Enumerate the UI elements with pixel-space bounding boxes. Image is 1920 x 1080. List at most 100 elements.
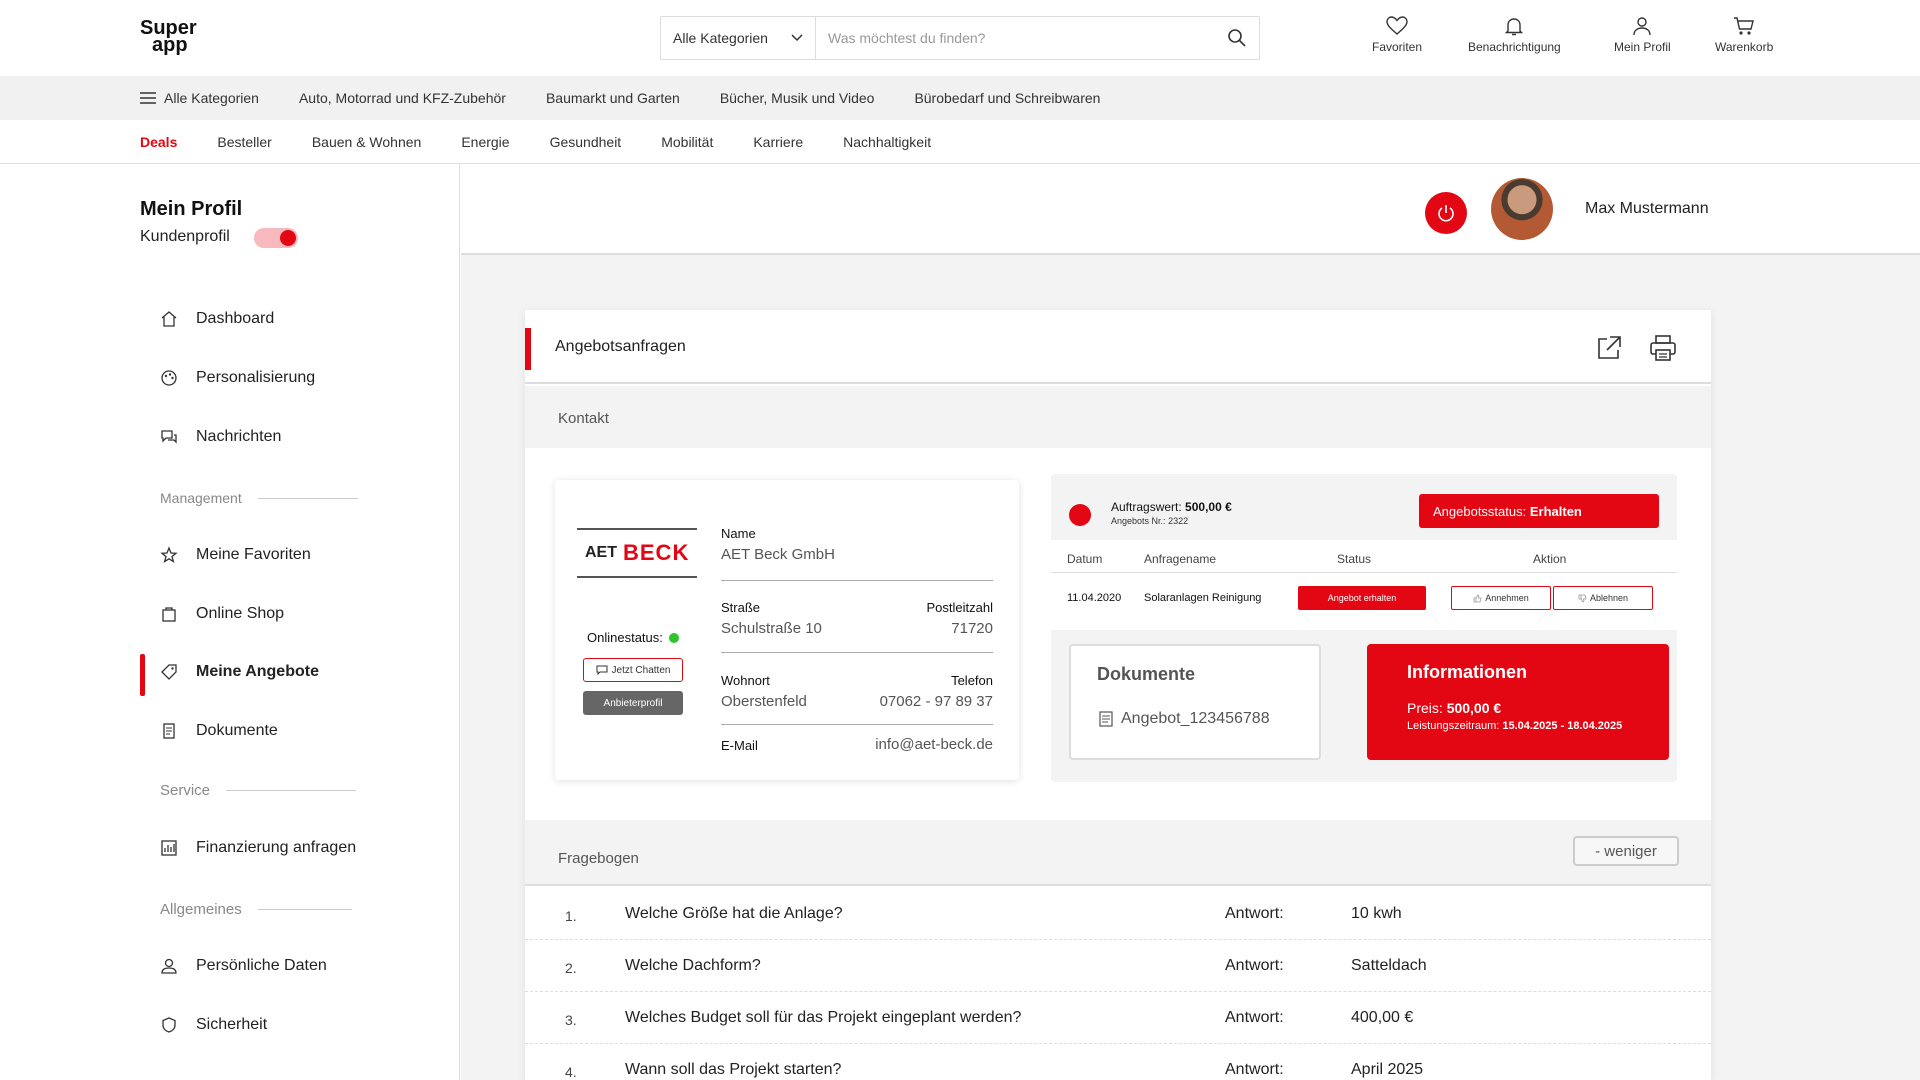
main-content: Max Mustermann Angebotsanfragen Kontakt … (461, 164, 1920, 1080)
chat-icon (596, 665, 608, 675)
sidebar-item-label: Meine Favoriten (196, 546, 311, 563)
column-header: Anfragename (1144, 552, 1217, 566)
sidebar-item-dashboard[interactable]: Dashboard (160, 310, 274, 328)
logo[interactable]: Super app (140, 18, 197, 56)
company-phone: 07062 - 97 89 37 (879, 693, 993, 710)
chat-button[interactable]: Jetzt Chatten (583, 658, 683, 682)
question-number: 2. (565, 960, 577, 976)
logo-line-2: app (152, 34, 188, 56)
category-select-label: Alle Kategorien (673, 30, 768, 46)
street-label: Straße (721, 600, 761, 615)
avatar[interactable] (1491, 178, 1553, 240)
questionnaire-title: Fragebogen (558, 850, 639, 867)
sidebar-group-label: Allgemeines (160, 901, 242, 918)
period-line: Leistungszeitraum: 15.04.2025 - 18.04.20… (1407, 720, 1622, 732)
document-link[interactable]: Angebot_123456788 (1099, 710, 1270, 728)
collapse-button[interactable]: - weniger (1573, 836, 1679, 866)
period-label: Leistungszeitraum: (1407, 720, 1500, 732)
company-card: AET BECK Onlinestatus: Jetzt Chatten Anb… (555, 480, 1019, 780)
sidebar-item-label: Meine Angebote (196, 663, 319, 680)
notifications-button[interactable]: Benachrichtigung (1468, 16, 1561, 54)
search-bar: Alle Kategorien (660, 16, 1260, 60)
question-number: 3. (565, 1012, 577, 1028)
shop-icon (160, 605, 178, 623)
accept-button[interactable]: Annehmen (1451, 586, 1551, 610)
zip-label: Postleitzahl (926, 600, 993, 615)
category-link[interactable]: Bürobedarf und Schreibwaren (914, 90, 1100, 106)
divider (1051, 572, 1677, 573)
sidebar-item-meine-angebote[interactable]: Meine Angebote (160, 663, 319, 681)
period-value: 15.04.2025 - 18.04.2025 (1502, 720, 1623, 732)
subnav-energie[interactable]: Energie (461, 134, 509, 150)
sidebar-item-nachrichten[interactable]: Nachrichten (160, 428, 281, 446)
search-input[interactable] (816, 17, 1215, 59)
online-status-label: Onlinestatus: (587, 630, 663, 645)
my-profile-button[interactable]: Mein Profil (1614, 16, 1671, 54)
cart-label: Warenkorb (1715, 40, 1774, 54)
category-link[interactable]: Bücher, Musik und Video (720, 90, 875, 106)
bell-icon (1505, 18, 1524, 36)
my-profile-label: Mein Profil (1614, 40, 1671, 54)
external-link-icon (1598, 336, 1621, 359)
subnav-karriere[interactable]: Karriere (753, 134, 803, 150)
thumbs-down-icon (1578, 594, 1587, 603)
sidebar-item-persoenliche-daten[interactable]: Persönliche Daten (160, 957, 327, 975)
sidebar-item-label: Nachrichten (196, 428, 282, 445)
sidebar-item-sicherheit[interactable]: Sicherheit (160, 1016, 267, 1034)
answer-value: April 2025 (1351, 1061, 1424, 1078)
print-button[interactable] (1649, 334, 1677, 367)
subnav-deals[interactable]: Deals (140, 134, 177, 150)
heart-icon (1386, 16, 1408, 35)
all-categories-menu[interactable]: Alle Kategorien (140, 90, 259, 106)
answer-label: Antwort: (1225, 1009, 1284, 1026)
sidebar: Mein Profil Kundenprofil Dashboard Perso… (0, 164, 460, 1080)
subnav-nachhaltigkeit[interactable]: Nachhaltigkeit (843, 134, 931, 150)
divider (226, 790, 357, 791)
question-text: Welche Dachform? (625, 957, 761, 974)
sidebar-item-online-shop[interactable]: Online Shop (160, 605, 284, 623)
category-select[interactable]: Alle Kategorien (661, 17, 816, 59)
document-icon (1099, 711, 1113, 727)
order-value-amount: 500,00 € (1185, 500, 1232, 514)
company-zip: 71720 (951, 620, 993, 637)
answer-label: Antwort: (1225, 1061, 1284, 1078)
shield-icon (160, 1016, 178, 1034)
provider-profile-button[interactable]: Anbieterprofil (583, 691, 683, 715)
column-header: Aktion (1533, 552, 1567, 566)
price-value: 500,00 € (1446, 700, 1502, 716)
offer-date: 11.04.2020 (1067, 592, 1122, 604)
sidebar-group-label: Service (160, 782, 211, 799)
chat-button-label: Jetzt Chatten (611, 664, 671, 676)
logout-button[interactable] (1425, 192, 1467, 234)
company-logo-text-2: BECK (623, 540, 690, 565)
section-contact: Kontakt (525, 386, 1711, 448)
cart-button[interactable]: Warenkorb (1715, 16, 1773, 54)
documents-box: Dokumente Angebot_123456788 (1069, 644, 1321, 760)
offer-row-status: Angebot erhalten (1298, 586, 1426, 610)
favorites-button[interactable]: Favoriten (1372, 16, 1422, 54)
category-link[interactable]: Auto, Motorrad und KFZ-Zubehör (299, 90, 506, 106)
subnav-mobilitaet[interactable]: Mobilität (661, 134, 713, 150)
subnav-gesundheit[interactable]: Gesundheit (550, 134, 622, 150)
price-line: Preis: 500,00 € (1407, 700, 1501, 716)
menu-icon (140, 92, 156, 104)
sidebar-item-dokumente[interactable]: Dokumente (160, 722, 278, 740)
sidebar-item-label: Persönliche Daten (196, 957, 327, 974)
sidebar-item-meine-favoriten[interactable]: Meine Favoriten (160, 546, 311, 564)
sidebar-item-personalisierung[interactable]: Personalisierung (160, 369, 315, 387)
sidebar-item-label: Sicherheit (196, 1016, 268, 1033)
answer-label: Antwort: (1225, 905, 1284, 922)
company-email[interactable]: info@aet-beck.de (875, 736, 993, 753)
documents-title: Dokumente (1097, 664, 1196, 684)
top-header: Super app Alle Kategorien Favoriten Bena… (0, 0, 1920, 76)
card-title: Angebotsanfragen (555, 338, 686, 355)
question-text: Welche Größe hat die Anlage? (625, 905, 843, 922)
reject-button[interactable]: Ablehnen (1553, 586, 1653, 610)
subnav-besteller[interactable]: Besteller (217, 134, 271, 150)
external-link-button[interactable] (1595, 334, 1623, 367)
category-link[interactable]: Baumarkt und Garten (546, 90, 680, 106)
subnav-bauen-wohnen[interactable]: Bauen & Wohnen (312, 134, 422, 150)
search-button[interactable] (1215, 17, 1259, 59)
sidebar-item-finanzierung[interactable]: Finanzierung anfragen (160, 839, 356, 857)
customer-profile-toggle[interactable] (254, 228, 298, 248)
